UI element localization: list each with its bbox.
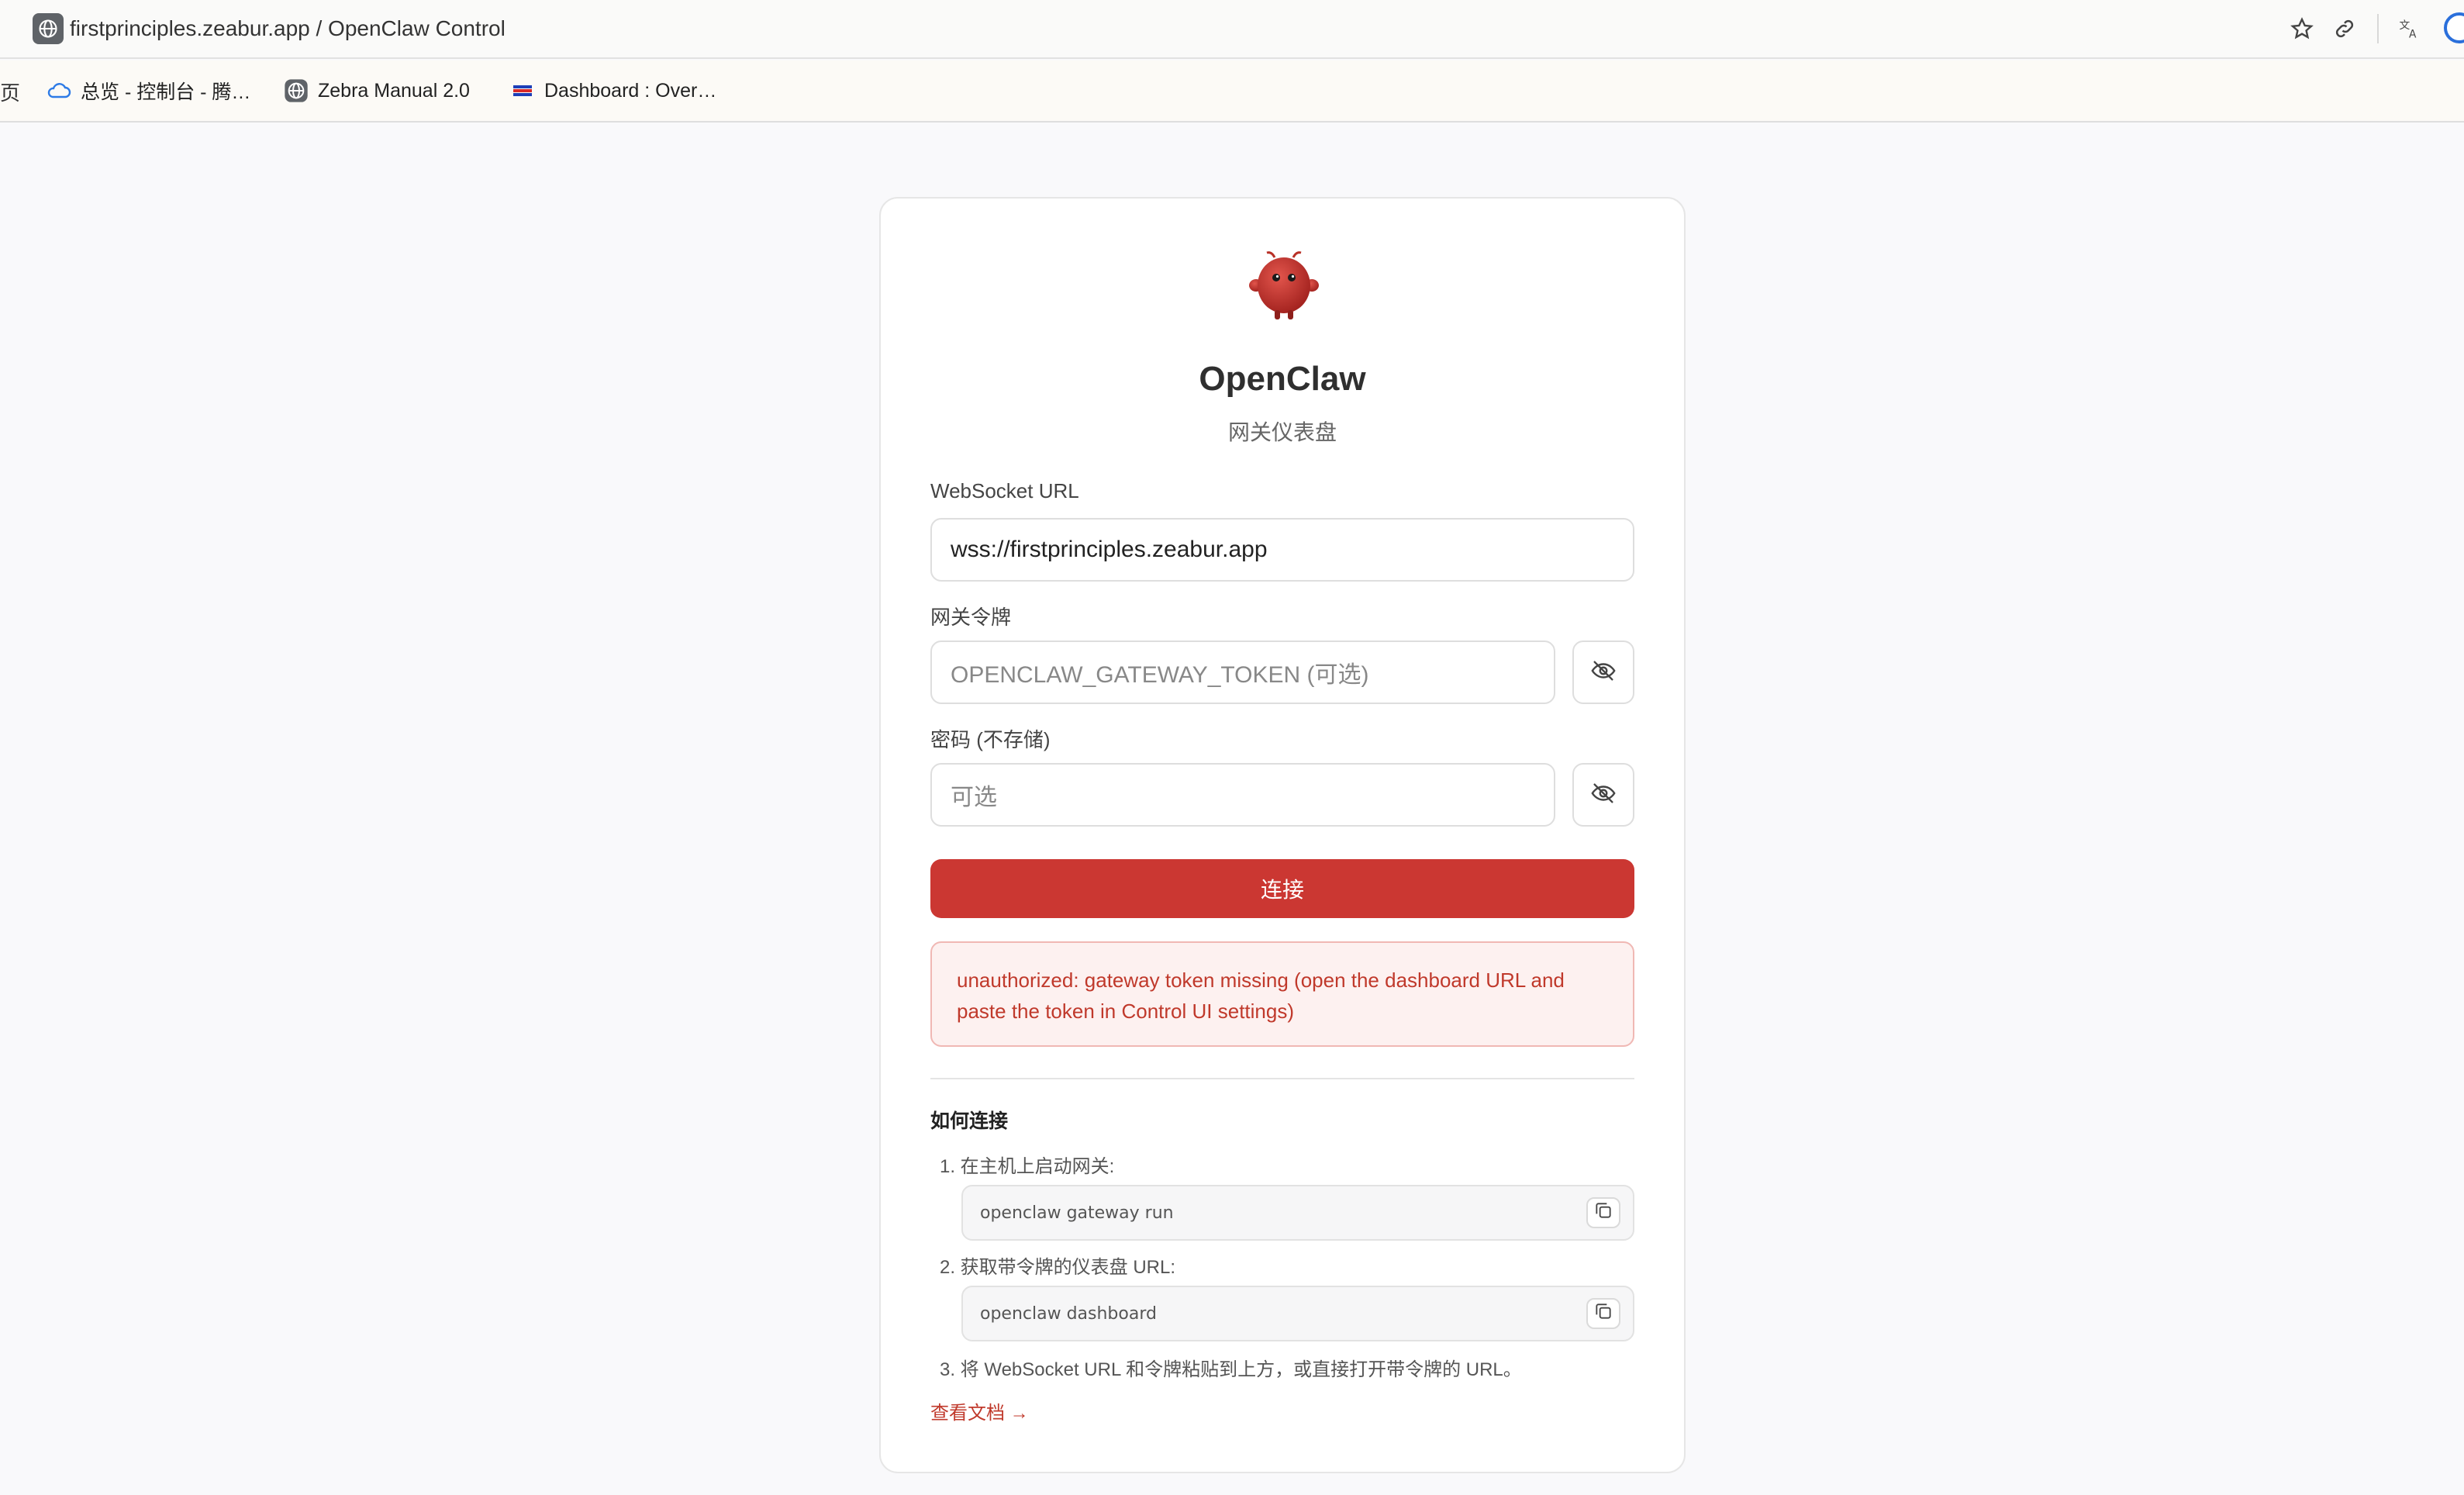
openclaw-mascot-icon bbox=[1245, 247, 1323, 324]
extension-icon[interactable] bbox=[2444, 12, 2464, 43]
password-input[interactable]: 可选 bbox=[930, 763, 1555, 827]
copy-button[interactable] bbox=[1586, 1197, 1620, 1228]
code-text: openclaw dashboard bbox=[980, 1303, 1157, 1324]
code-text: openclaw gateway run bbox=[980, 1203, 1174, 1223]
toggle-password-visibility-button[interactable] bbox=[1572, 763, 1634, 827]
bookmarks-bar: 页 总览 - 控制台 - 腾… Zebra Manual 2.0 Dashboa… bbox=[0, 60, 2464, 123]
copy-icon bbox=[1593, 1200, 1613, 1225]
step-2-text: 2. 获取带令牌的仪表盘 URL: bbox=[940, 1257, 1176, 1278]
copy-button[interactable] bbox=[1586, 1298, 1620, 1329]
code-block-gateway-run: openclaw gateway run bbox=[961, 1185, 1634, 1241]
gateway-token-input[interactable]: OPENCLAW_GATEWAY_TOKEN (可选) bbox=[930, 640, 1555, 704]
code-block-dashboard: openclaw dashboard bbox=[961, 1286, 1634, 1341]
bookmark-label: Dashboard : Over… bbox=[544, 79, 717, 102]
svg-text:A: A bbox=[2409, 28, 2417, 40]
step-1-text: 1. 在主机上启动网关: bbox=[940, 1156, 1115, 1177]
connect-card: OpenClaw 网关仪表盘 WebSocket URL wss://first… bbox=[879, 197, 1686, 1473]
how-to-connect-heading: 如何连接 bbox=[930, 1110, 1009, 1132]
view-docs-link[interactable]: 查看文档 → bbox=[930, 1397, 1029, 1424]
translate-icon[interactable]: 文A bbox=[2394, 14, 2424, 43]
app-subtitle: 网关仪表盘 bbox=[1227, 420, 1337, 444]
app-title: OpenClaw bbox=[1199, 360, 1366, 398]
step-3-text: 3. 将 WebSocket URL 和令牌粘贴到上方，或直接打开带令牌的 UR… bbox=[940, 1359, 1522, 1380]
bookmark-clipped[interactable]: 页 bbox=[0, 78, 20, 106]
websocket-url-label: WebSocket URL bbox=[930, 479, 1079, 502]
eye-off-icon bbox=[1590, 658, 1617, 688]
link-icon[interactable] bbox=[2330, 14, 2359, 43]
bookmark-label: 总览 - 控制台 - 腾… bbox=[81, 81, 251, 103]
cloud-icon bbox=[47, 78, 71, 103]
error-message-box: unauthorized: gateway token missing (ope… bbox=[930, 941, 1634, 1047]
address-text[interactable]: firstprinciples.zeabur.app / OpenClaw Co… bbox=[70, 16, 506, 42]
websocket-url-input[interactable]: wss://firstprinciples.zeabur.app bbox=[930, 518, 1634, 582]
bookmark-zebra-manual[interactable]: Zebra Manual 2.0 bbox=[284, 74, 470, 107]
toggle-token-visibility-button[interactable] bbox=[1572, 640, 1634, 704]
eye-off-icon bbox=[1590, 780, 1617, 810]
bookmark-tencent-console[interactable]: 总览 - 控制台 - 腾… bbox=[47, 74, 250, 107]
bookmark-label: Zebra Manual 2.0 bbox=[318, 79, 470, 102]
connect-button[interactable]: 连接 bbox=[930, 859, 1634, 918]
browser-address-bar: firstprinciples.zeabur.app / OpenClaw Co… bbox=[0, 0, 2464, 59]
section-divider bbox=[930, 1078, 1634, 1079]
gateway-token-label: 网关令牌 bbox=[930, 606, 1012, 629]
error-message-text: unauthorized: gateway token missing (ope… bbox=[957, 968, 1565, 1023]
password-label: 密码 (不存储) bbox=[930, 728, 1051, 751]
bookmark-dashboard[interactable]: Dashboard : Over… bbox=[510, 74, 716, 107]
toolbar-separator bbox=[2377, 14, 2379, 43]
globe-icon bbox=[284, 78, 309, 103]
zebra-flag-icon bbox=[510, 78, 535, 103]
copy-icon bbox=[1593, 1301, 1613, 1326]
star-icon[interactable] bbox=[2287, 14, 2317, 43]
globe-icon[interactable] bbox=[33, 13, 64, 44]
